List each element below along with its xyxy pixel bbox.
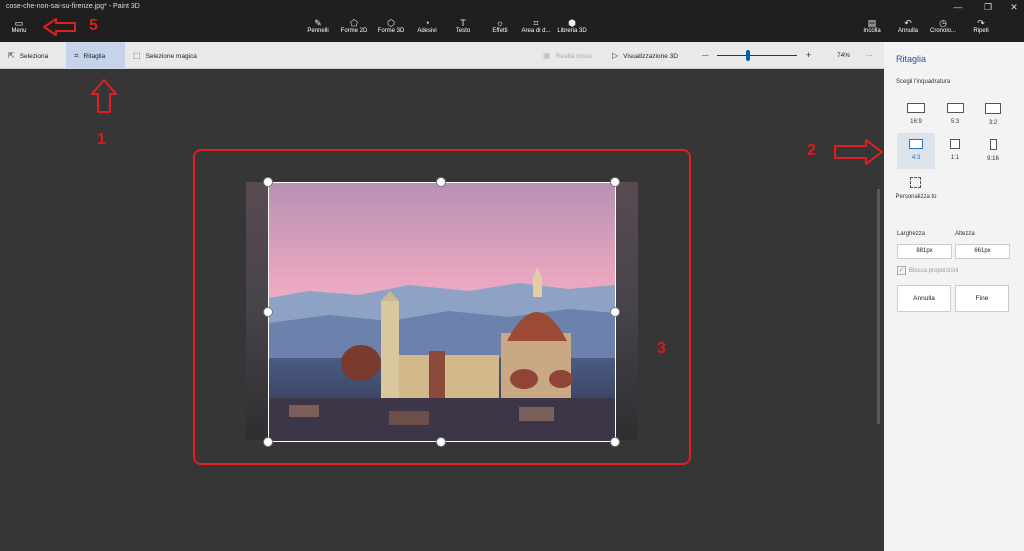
ratio-1-1-icon (950, 139, 960, 149)
ratio-label: 1:1 (950, 155, 960, 161)
custom-ratio-icon (910, 177, 921, 188)
crop-panel: Ritaglia Scegli l'inquadratura 16:9 5:3 … (884, 42, 1024, 551)
done-button[interactable]: Fine (955, 285, 1009, 312)
arrow-5-icon (43, 18, 76, 36)
ratio-3-2[interactable]: 3:2 (974, 97, 1012, 133)
height-field[interactable]: 661px (955, 244, 1010, 259)
ratio-label: Personalizza to (895, 194, 937, 200)
ratio-1-1[interactable]: 1:1 (936, 133, 974, 169)
ratio-label: 16:9 (910, 119, 922, 125)
paint3d-window: cose-che-non-sai-su-firenze.jpg* - Paint… (0, 0, 1024, 551)
ratio-custom[interactable]: Personalizza to (892, 171, 940, 217)
ratio-label: 9:16 (987, 156, 999, 162)
ratio-5-3-icon (946, 103, 964, 113)
arrow-2-icon (834, 139, 883, 165)
arrow-1-icon (91, 79, 117, 113)
ratio-3-2-icon (985, 103, 1001, 114)
ratio-4-3[interactable]: 4:3 (897, 133, 935, 169)
ratio-9-16-icon (989, 139, 997, 150)
height-label: Altezza (955, 231, 975, 237)
ratio-label: 5:3 (950, 119, 960, 125)
annotation-arrows (43, 18, 1004, 359)
lock-proportions-checkbox[interactable]: ✓ Blocca proporzioni (897, 266, 958, 275)
lock-proportions-label: Blocca proporzioni (909, 268, 959, 275)
width-field[interactable]: 881px (897, 244, 952, 259)
checkmark-icon: ✓ (897, 266, 906, 275)
ratio-16-9-icon (907, 103, 925, 113)
cancel-button[interactable]: Annulla (897, 285, 951, 312)
ratio-label: 4:3 (911, 155, 921, 161)
ratio-4-3-icon (909, 139, 923, 149)
ratio-label: 3:2 (988, 120, 998, 126)
choose-frame-label: Scegli l'inquadratura (896, 79, 951, 85)
panel-title: Ritaglia (896, 54, 927, 64)
ratio-16-9[interactable]: 16:9 (897, 97, 935, 133)
ratio-9-16[interactable]: 9:16 (974, 133, 1012, 169)
width-label: Larghezza (897, 231, 926, 237)
ratio-5-3[interactable]: 5:3 (936, 97, 974, 133)
